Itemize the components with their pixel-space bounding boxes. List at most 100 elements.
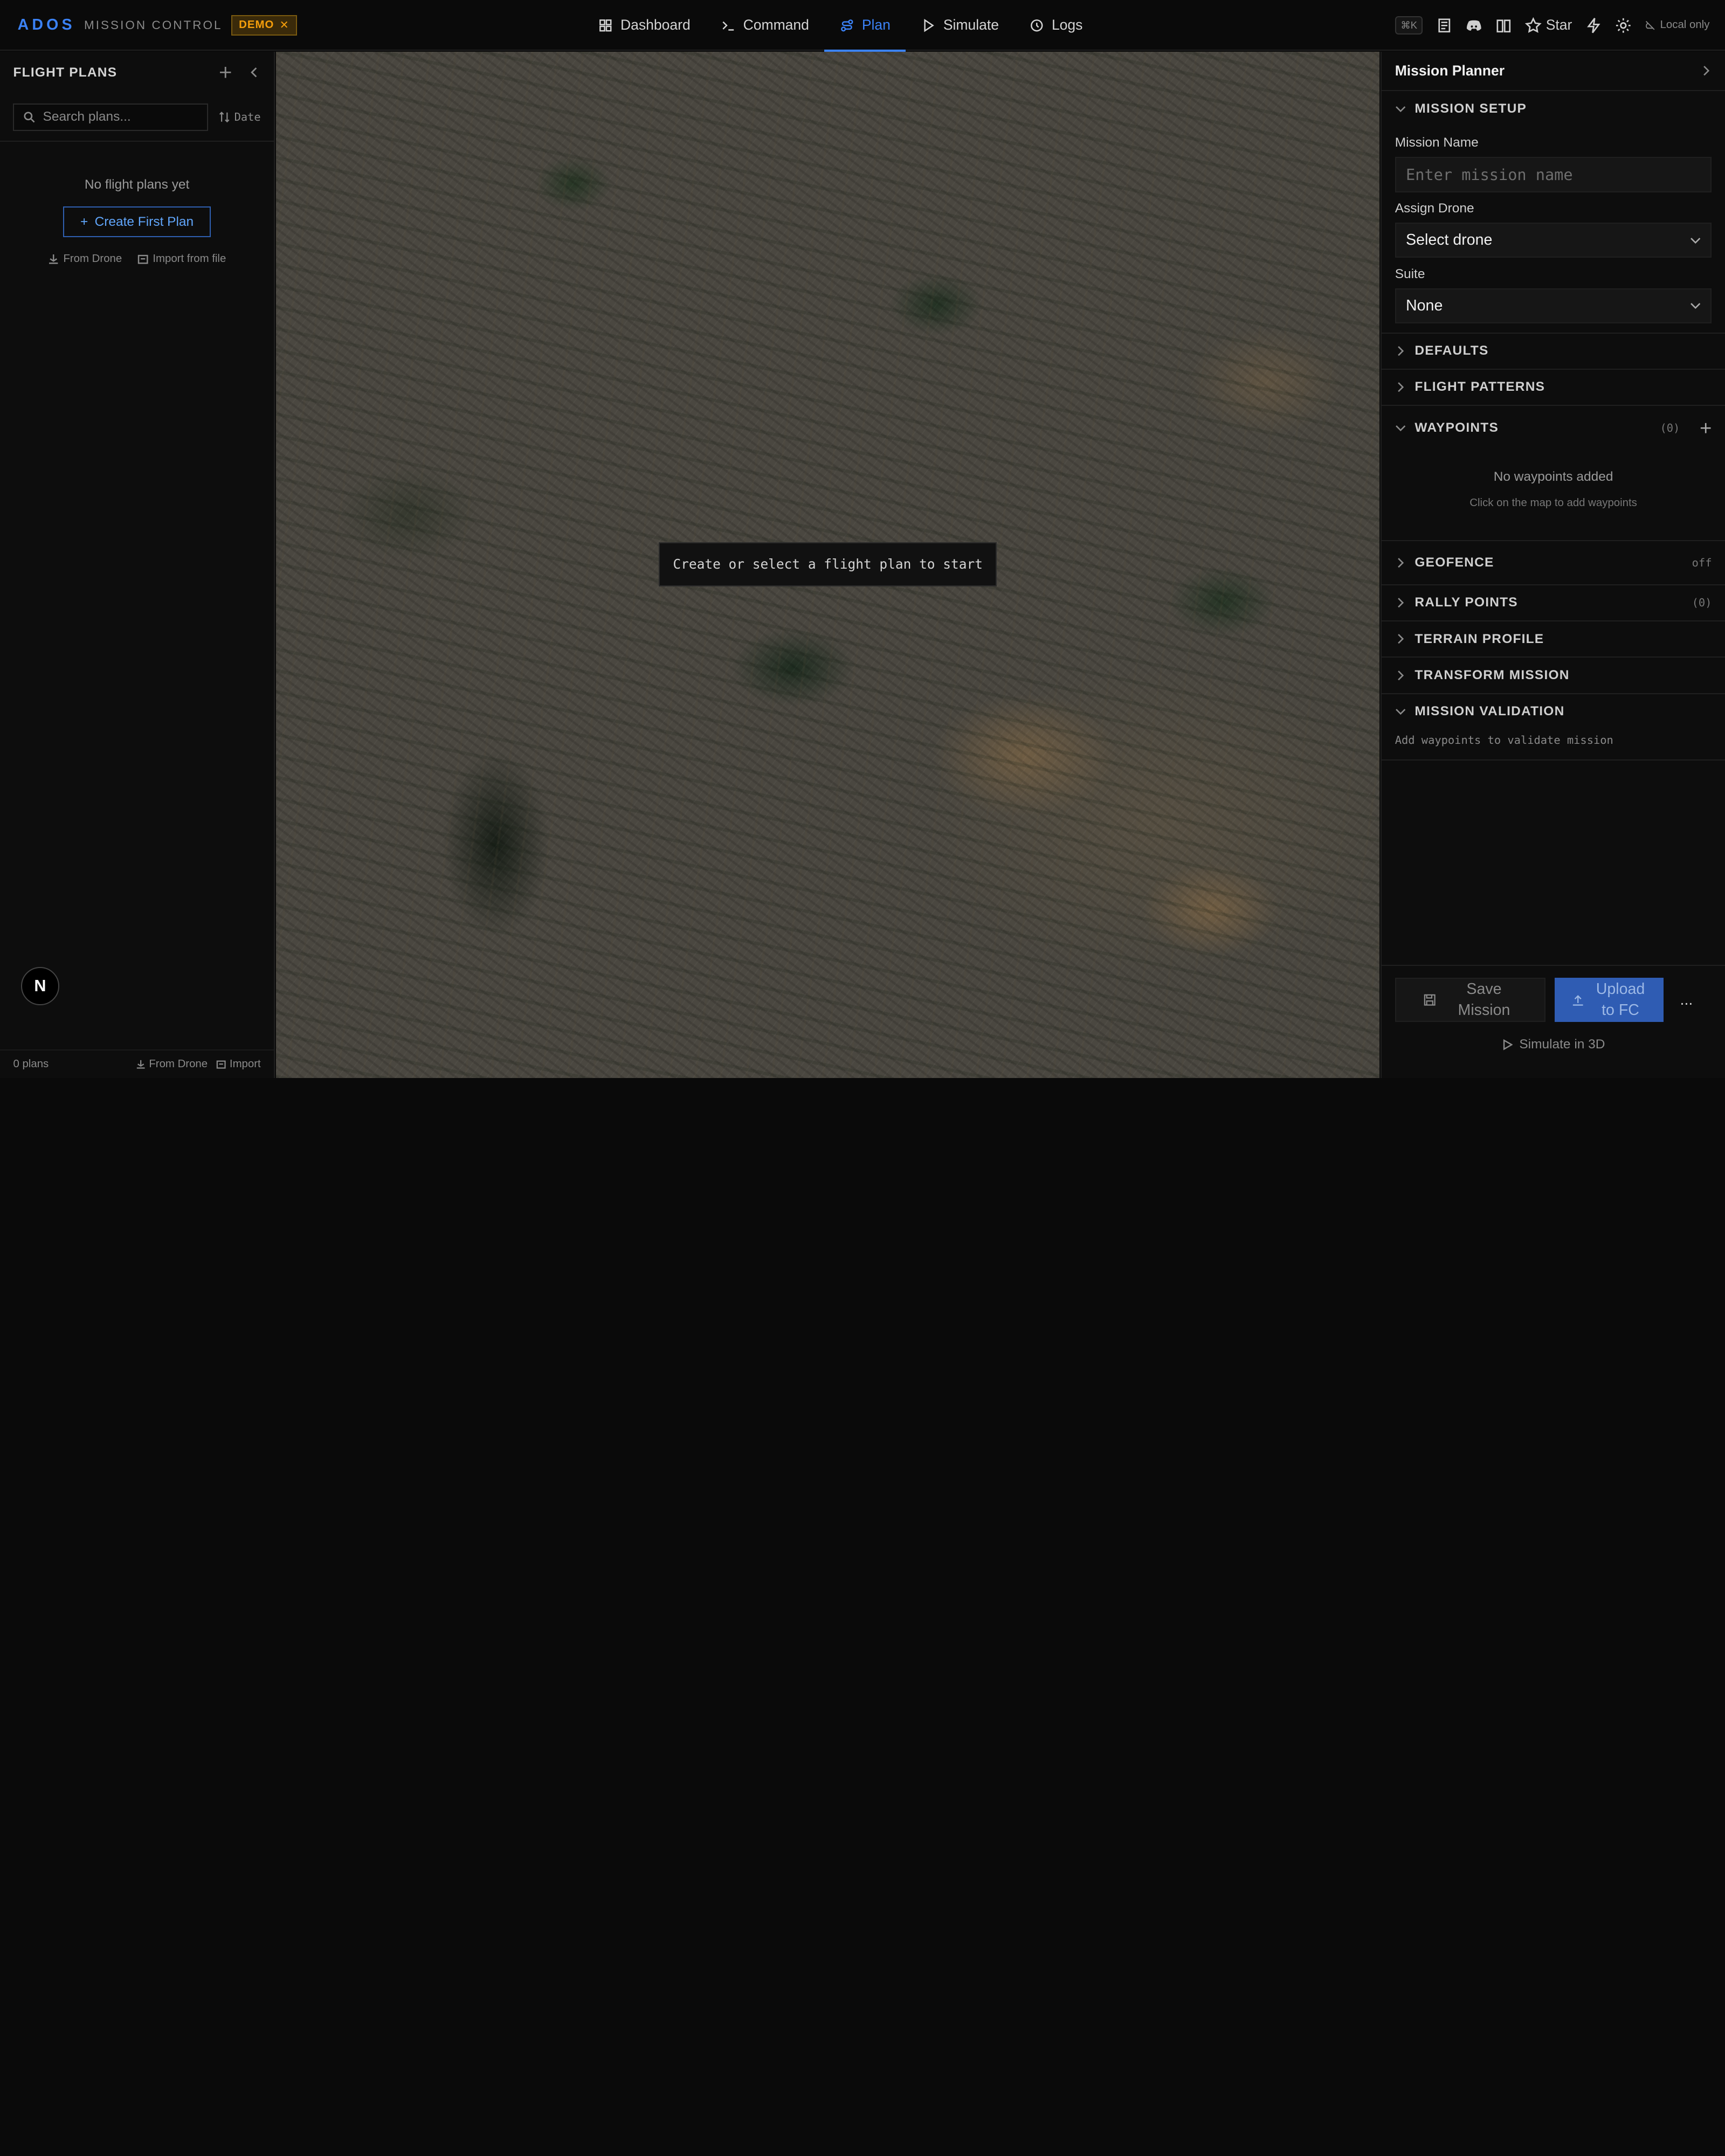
file-import-icon [217,1060,226,1069]
top-right-tools: ⌘K Star Local only [1395,0,1709,51]
footer-from-drone-button[interactable]: From Drone [136,1058,208,1070]
simulate-3d-label: Simulate in 3D [1519,1037,1605,1052]
tab-dashboard-label: Dashboard [620,17,691,33]
demo-badge[interactable]: DEMO ✕ [231,15,297,36]
flight-patterns-header[interactable]: FLIGHT PATTERNS [1382,370,1725,405]
simulate-3d-button[interactable]: Simulate in 3D [1382,1037,1725,1052]
newspaper-icon[interactable] [1436,17,1453,34]
mission-planner-header: Mission Planner [1382,52,1725,92]
top-bar: ADOS MISSION CONTROL DEMO ✕ Dashboard Co… [0,0,1725,52]
waypoints-title: WAYPOINTS [1414,420,1499,435]
plans-count: 0 plans [13,1058,49,1070]
transform-mission-section: TRANSFORM MISSION [1382,658,1725,694]
rally-points-header[interactable]: RALLY POINTS (0) [1382,585,1725,620]
create-first-plan-button[interactable]: + Create First Plan [63,206,211,238]
from-drone-link[interactable]: From Drone [48,253,122,265]
chevron-right-icon [1397,634,1404,644]
geofence-header[interactable]: GEOFENCE off [1382,541,1725,584]
add-waypoint-icon[interactable] [1700,422,1712,434]
mission-setup-header[interactable]: MISSION SETUP [1382,91,1725,126]
tab-logs[interactable]: Logs [1015,0,1098,51]
chevron-down-icon [1690,237,1701,244]
search-placeholder: Search plans... [43,109,131,125]
tab-command[interactable]: Command [706,0,824,51]
footer-import-button[interactable]: Import [216,1058,261,1070]
download-icon [49,254,58,264]
mission-planner-panel: Mission Planner MISSION SETUP Mission Na… [1381,51,1725,1078]
upload-icon [1573,994,1583,1006]
star-button[interactable]: Star [1524,17,1572,33]
mission-name-field-group: Mission Name Enter mission name [1382,135,1725,192]
tab-plan[interactable]: Plan [824,0,906,52]
local-only-status: Local only [1645,19,1709,31]
suite-select[interactable]: None [1395,288,1712,324]
transform-mission-header[interactable]: TRANSFORM MISSION [1382,658,1725,693]
import-options: From Drone Import from file [0,253,274,265]
satellite-map[interactable]: Create or select a flight plan to start [276,51,1380,1078]
next-dev-badge[interactable]: N [20,966,60,1006]
terrain-profile-header[interactable]: TERRAIN PROFILE [1382,621,1725,657]
sort-label: Date [234,110,261,124]
add-plan-icon[interactable] [219,66,232,79]
save-mission-label: Save Mission [1458,980,1510,1019]
tab-command-label: Command [743,17,809,33]
chevron-down-icon [1395,106,1405,112]
assign-drone-select[interactable]: Select drone [1395,223,1712,258]
defaults-title: DEFAULTS [1414,343,1489,358]
plus-icon: + [80,214,88,229]
demo-badge-label: DEMO [239,19,274,31]
save-icon [1424,994,1436,1006]
waypoints-section: WAYPOINTS (0) No waypoints added Click o… [1382,406,1725,542]
terminal-icon [722,21,734,31]
gear-icon[interactable] [1615,17,1632,34]
map-message: Create or select a flight plan to start [659,542,997,586]
tab-simulate[interactable]: Simulate [906,0,1014,51]
chevron-right-icon [1397,557,1404,568]
dashboard-icon [599,19,612,32]
close-icon[interactable]: ✕ [280,18,289,32]
app-root: ADOS MISSION CONTROL DEMO ✕ Dashboard Co… [0,0,1725,1078]
mission-validation-title: MISSION VALIDATION [1414,704,1565,719]
upload-to-fc-button[interactable]: Upload to FC [1554,978,1664,1022]
history-icon [1031,19,1043,32]
collapse-panel-icon[interactable] [247,66,260,79]
transform-mission-title: TRANSFORM MISSION [1414,667,1570,682]
brand[interactable]: ADOS MISSION CONTROL DEMO ✕ [18,0,297,51]
sort-button[interactable]: Date [219,110,261,123]
mission-setup-section: MISSION SETUP Mission Name Enter mission… [1382,91,1725,334]
geofence-section: GEOFENCE off [1382,541,1725,585]
chevron-right-icon [1397,382,1404,392]
tab-plan-label: Plan [861,17,891,33]
mission-setup-title: MISSION SETUP [1414,101,1527,116]
assign-drone-label: Assign Drone [1395,201,1474,216]
rally-points-title: RALLY POINTS [1414,595,1518,610]
book-icon[interactable] [1495,17,1512,34]
flight-plans-title: FLIGHT PLANS [13,65,118,80]
main-nav: Dashboard Command Plan Simulate Logs [583,0,1098,52]
mission-actions-footer: Save Mission Upload to FC ... Simulate i… [1382,964,1725,1078]
bolt-icon[interactable] [1585,17,1602,34]
import-file-link[interactable]: Import from file [137,253,226,265]
discord-icon[interactable] [1466,17,1482,34]
sort-icon [219,112,230,123]
more-options-button[interactable]: ... [1672,991,1701,1009]
command-palette-button[interactable]: ⌘K [1395,16,1423,35]
footer-import-label: Import [229,1058,261,1070]
mission-name-input[interactable]: Enter mission name [1395,157,1712,192]
tab-dashboard[interactable]: Dashboard [583,0,706,51]
flight-plans-panel: FLIGHT PLANS Search plans... Date No fli… [0,51,275,1078]
search-row: Search plans... Date [0,93,274,142]
search-input[interactable]: Search plans... [13,103,208,131]
mission-validation-message: Add waypoints to validate mission [1395,733,1613,747]
terrain-profile-section: TERRAIN PROFILE [1382,621,1725,658]
chevron-down-icon [1395,425,1405,431]
waypoints-header[interactable]: WAYPOINTS (0) [1382,406,1725,450]
flight-patterns-section: FLIGHT PATTERNS [1382,370,1725,406]
defaults-section: DEFAULTS [1382,334,1725,370]
mission-validation-header[interactable]: MISSION VALIDATION [1382,694,1725,729]
save-mission-button[interactable]: Save Mission [1395,978,1546,1022]
defaults-header[interactable]: DEFAULTS [1382,334,1725,369]
collapse-right-icon[interactable] [1701,65,1712,76]
tab-logs-label: Logs [1051,17,1083,33]
rally-points-count: (0) [1692,596,1712,610]
